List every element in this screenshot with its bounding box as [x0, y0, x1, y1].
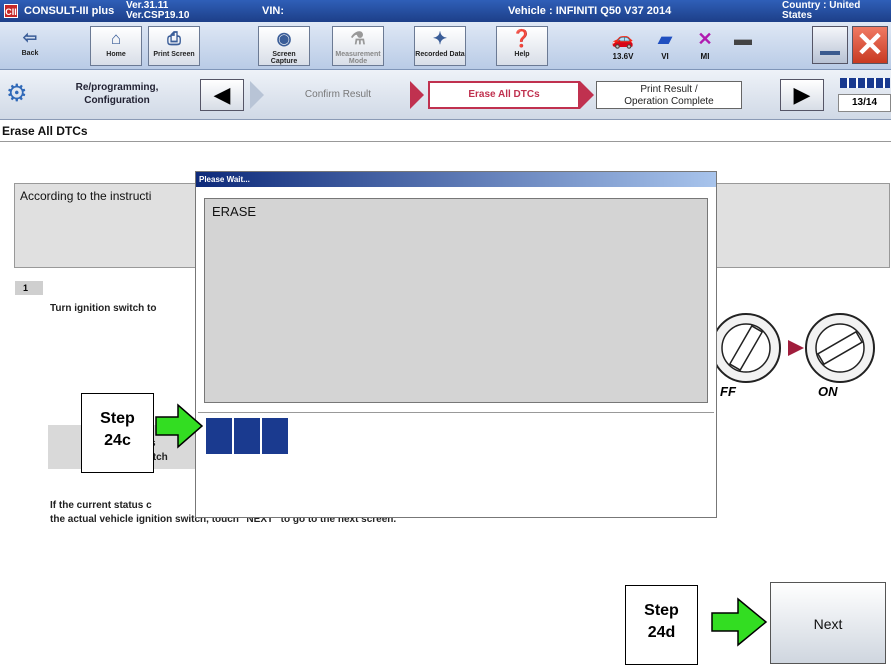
page-title: Erase All DTCs: [2, 124, 88, 138]
printer-status: ▬: [724, 26, 762, 66]
mi-status: ✕ MI: [686, 26, 724, 66]
please-wait-dialog: Please Wait... ERASE: [195, 171, 717, 518]
off-label: FF: [720, 384, 736, 399]
page-counter: 13/14: [838, 94, 891, 112]
reprogramming-icon: ⚙: [6, 80, 28, 107]
back-label: Back: [21, 50, 39, 57]
back-button[interactable]: ⇦ Back: [4, 26, 56, 66]
green-arrow-icon: [155, 403, 204, 449]
progress-indicator: [840, 78, 890, 88]
step-24c-line2: 24c: [104, 432, 131, 449]
on-label: ON: [818, 384, 838, 399]
recorded-data-button[interactable]: ✦ Recorded Data: [414, 26, 466, 66]
chevron-active-icon: [410, 81, 424, 109]
recorded-data-label: Recorded Data: [415, 51, 465, 58]
step-erase-all-dtcs: Erase All DTCs: [428, 81, 580, 109]
country-info: Country : United States: [782, 1, 860, 21]
green-arrow-icon: [711, 597, 768, 647]
home-label: Home: [106, 51, 126, 58]
step-print-line1: Print Result /: [640, 84, 698, 95]
step-24d-callout: Step 24d: [625, 585, 698, 665]
home-icon: ⌂: [110, 29, 122, 48]
dialog-message: ERASE: [204, 198, 708, 403]
dialog-title: Please Wait...: [196, 172, 716, 187]
step-24d-line1: Step: [644, 602, 679, 619]
help-button[interactable]: ❓ Help: [496, 26, 548, 66]
progress-block: [262, 418, 288, 454]
vehicle-info: Vehicle : INFINITI Q50 V37 2014: [508, 5, 672, 17]
step-24c-callout: Step 24c: [81, 393, 154, 473]
vin-label: VIN:: [262, 5, 284, 17]
chevron-icon: [250, 81, 264, 109]
step-print-result: Print Result / Operation Complete: [596, 81, 742, 109]
printer-icon: ⎙: [167, 29, 181, 48]
ignition-key-illustration: FF ON: [700, 300, 890, 410]
measurement-icon: ⚗: [350, 29, 366, 48]
version-info: Ver.31.11 Ver.CSP19.10: [126, 1, 189, 21]
country-line2: States: [782, 10, 813, 21]
vi-icon: ▰: [658, 29, 672, 49]
consult-logo-icon: CII: [4, 4, 18, 18]
back-arrow-icon: ⇦: [22, 28, 38, 47]
chevron-active-icon: [580, 81, 594, 109]
measurement-mode-button[interactable]: ⚗ Measurement Mode: [332, 26, 384, 66]
step-print-line2: Operation Complete: [624, 96, 714, 107]
step-24d-line2: 24d: [647, 624, 676, 641]
status-instruction-line1: If the current status c: [50, 500, 152, 511]
screen-capture-button[interactable]: ◉ Screen Capture: [258, 26, 310, 66]
mi-disconnected-icon: ✕: [697, 29, 713, 49]
turn-ignition-text: Turn ignition switch to: [50, 303, 157, 314]
instruction-text: According to the instructi: [20, 189, 152, 203]
vi-label: VI: [661, 52, 669, 61]
mi-label: MI: [700, 52, 710, 61]
close-button[interactable]: ✕: [852, 26, 888, 64]
print-screen-label: Print Screen: [153, 51, 195, 58]
car-icon: 🚗: [611, 29, 635, 49]
step-24c-line1: Step: [100, 410, 135, 427]
title-bar: CII CONSULT-III plus Ver.31.11 Ver.CSP19…: [0, 0, 891, 22]
vi-status: ▰ VI: [646, 26, 684, 66]
prev-step-button[interactable]: ◀: [200, 79, 244, 111]
measurement-mode-label: Measurement Mode: [335, 51, 381, 65]
process-title: Re/programming, Configuration: [75, 82, 159, 106]
home-button[interactable]: ⌂ Home: [90, 26, 142, 66]
triangle-right-icon: ▶: [793, 82, 811, 107]
voltage-value: 13.6V: [612, 52, 634, 61]
triangle-left-icon: ◀: [213, 82, 231, 107]
camera-icon: ◉: [276, 29, 292, 48]
step-confirm-result: Confirm Result: [304, 89, 372, 100]
printer-status-icon: ▬: [734, 29, 752, 49]
help-icon: ❓: [511, 29, 533, 48]
print-screen-button[interactable]: ⎙ Print Screen: [148, 26, 200, 66]
next-step-button[interactable]: ▶: [780, 79, 824, 111]
divider: [0, 141, 891, 142]
screen-capture-label: Screen Capture: [270, 51, 298, 65]
battery-status: 🚗 13.6V: [604, 26, 642, 66]
recorded-data-icon: ✦: [432, 29, 448, 48]
dialog-divider: [198, 412, 714, 413]
toolbar: ⇦ Back ⌂ Home ⎙ Print Screen ◉ Screen Ca…: [0, 22, 891, 70]
progress-block: [234, 418, 260, 454]
minimize-button[interactable]: [812, 26, 848, 64]
process-bar: ⚙ Re/programming, Configuration ◀ Confir…: [0, 70, 891, 120]
help-label: Help: [514, 51, 530, 58]
version-line2: Ver.CSP19.10: [126, 10, 190, 21]
close-icon: ✕: [855, 26, 885, 64]
progress-block: [206, 418, 232, 454]
app-name: CONSULT-III plus: [24, 5, 115, 17]
step-number-badge: 1: [15, 281, 43, 295]
next-button[interactable]: Next: [770, 582, 886, 664]
